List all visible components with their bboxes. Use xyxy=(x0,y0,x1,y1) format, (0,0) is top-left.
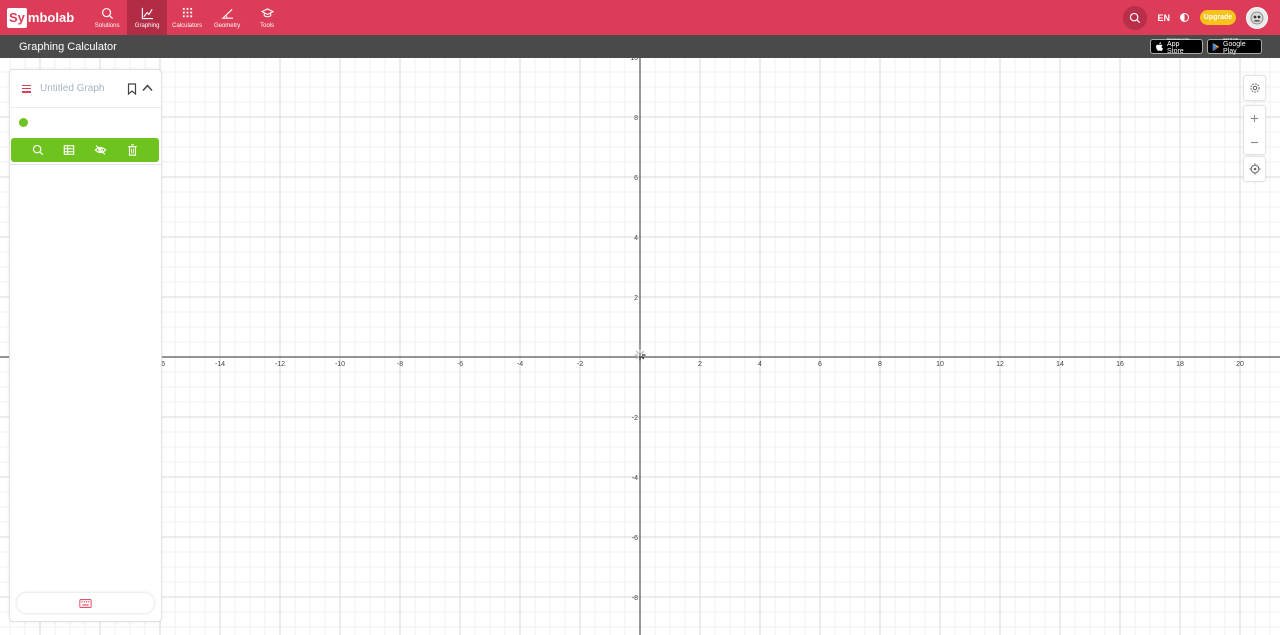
search-icon xyxy=(1130,12,1141,23)
logo-box: Sy xyxy=(7,7,27,28)
x-tick-label: 12 xyxy=(996,361,1004,368)
app-store-text: Download on the App Store xyxy=(1166,38,1198,56)
nav-items: Solutions Graphing Calculators Geometry … xyxy=(87,0,287,35)
x-tick-label: -6 xyxy=(457,361,463,368)
y-tick-label: 8 xyxy=(634,115,638,122)
chevron-up-icon[interactable] xyxy=(142,84,153,92)
x-tick-label: 16 xyxy=(1116,361,1124,368)
table-button[interactable] xyxy=(62,143,76,157)
search-icon xyxy=(32,144,43,156)
y-tick-label: 2 xyxy=(634,295,638,302)
google-play-text: GET IT ON Google Play xyxy=(1223,38,1257,56)
logo-text: mbolab xyxy=(27,10,75,25)
top-search-button[interactable] xyxy=(1123,5,1148,30)
y-tick-label: 6 xyxy=(634,175,638,182)
nav-item-solutions[interactable]: Solutions xyxy=(87,0,127,35)
x-tick-label: -14 xyxy=(215,361,225,368)
app-store-badge[interactable]: Download on the App Store xyxy=(1150,38,1203,56)
contrast-toggle-icon[interactable] xyxy=(1180,13,1189,22)
x-tick-label: -10 xyxy=(335,361,345,368)
nav-label-calculators: Calculators xyxy=(172,22,203,29)
recenter-panel xyxy=(1243,156,1266,182)
search-icon xyxy=(101,7,113,19)
geometry-icon xyxy=(221,8,233,19)
nav-item-tools[interactable]: Tools xyxy=(247,0,287,35)
panel-header: Untitled Graph xyxy=(10,70,161,108)
x-tick-label: 6 xyxy=(818,361,822,368)
y-tick-label: -6 xyxy=(632,535,638,542)
graph-canvas[interactable]: -16-14-12-10-8-6-4-224681012141618201086… xyxy=(0,58,1280,635)
nav-item-calculators[interactable]: Calculators xyxy=(167,0,207,35)
store-badges: Download on the App Store GET IT ON Goog… xyxy=(1146,38,1262,56)
nav-item-geometry[interactable]: Geometry xyxy=(207,0,247,35)
sub-header: Graphing Calculator Download on the App … xyxy=(0,35,1280,58)
google-play-big: Google Play xyxy=(1223,41,1246,55)
expression-toolbar xyxy=(11,138,159,162)
user-face-icon xyxy=(1250,11,1264,24)
plus-icon xyxy=(1250,114,1259,122)
nav-label-tools: Tools xyxy=(260,22,275,29)
apple-icon xyxy=(1156,41,1164,51)
expression-color-dot[interactable] xyxy=(19,117,28,127)
keyboard-button[interactable] xyxy=(17,593,154,613)
divider xyxy=(10,164,161,165)
avatar[interactable] xyxy=(1246,6,1268,29)
bookmark-icon[interactable] xyxy=(127,83,137,95)
graph-title-input[interactable]: Untitled Graph xyxy=(40,83,104,94)
zoom-controls xyxy=(1243,105,1266,155)
settings-panel xyxy=(1243,75,1266,101)
calculator-icon xyxy=(182,7,192,17)
y-tick-label: 4 xyxy=(634,235,638,242)
google-play-badge[interactable]: GET IT ON Google Play xyxy=(1207,38,1262,56)
hamburger-menu-icon[interactable] xyxy=(22,84,31,93)
language-selector[interactable]: EN xyxy=(1157,13,1170,23)
nav-label-graphing: Graphing xyxy=(134,22,160,29)
symbolab-logo[interactable]: Sy mbolab xyxy=(7,7,75,28)
zoom-to-fit-button[interactable] xyxy=(31,143,45,157)
table-icon xyxy=(63,145,75,155)
hide-button[interactable] xyxy=(94,143,108,157)
graph-icon xyxy=(141,7,153,19)
google-play-icon xyxy=(1212,42,1220,51)
x-tick-label: 4 xyxy=(758,361,762,368)
expression-row[interactable] xyxy=(10,108,161,136)
upgrade-button[interactable]: Upgrade xyxy=(1200,10,1236,25)
nav-label-geometry: Geometry xyxy=(213,22,241,29)
y-tick-label: -8 xyxy=(632,595,638,602)
gear-icon xyxy=(1249,83,1260,93)
y-tick-label: -4 xyxy=(632,475,638,482)
x-tick-label: -4 xyxy=(517,361,523,368)
page-title: Graphing Calculator xyxy=(19,40,117,53)
x-tick-label: 2 xyxy=(698,361,702,368)
minus-icon xyxy=(1250,141,1259,143)
x-tick-label: 10 xyxy=(936,361,944,368)
top-nav: Sy mbolab Solutions Graphing Calculators… xyxy=(0,0,1280,35)
x-tick-label: 20 xyxy=(1236,361,1244,368)
y-tick-label: -2 xyxy=(632,415,638,422)
x-tick-label: 14 xyxy=(1056,361,1064,368)
x-tick-label: -2 xyxy=(577,361,583,368)
x-tick-label: -12 xyxy=(275,361,285,368)
x-tick-label: 18 xyxy=(1176,361,1184,368)
x-tick-label: -8 xyxy=(397,361,403,368)
keyboard-icon xyxy=(79,598,92,608)
graduation-cap-icon xyxy=(260,7,274,17)
crosshair-icon xyxy=(1248,163,1261,175)
x-tick-label: 8 xyxy=(878,361,882,368)
trash-icon xyxy=(127,144,137,156)
settings-button[interactable] xyxy=(1244,76,1265,100)
nav-right: EN Upgrade xyxy=(1123,0,1268,35)
nav-label-solutions: Solutions xyxy=(94,22,120,29)
zoom-in-button[interactable] xyxy=(1244,106,1265,130)
delete-button[interactable] xyxy=(125,143,139,157)
nav-item-graphing[interactable]: Graphing xyxy=(127,0,168,35)
y-tick-label: 10 xyxy=(630,58,638,62)
eye-off-icon xyxy=(94,145,107,155)
zoom-out-button[interactable] xyxy=(1244,130,1265,154)
expression-panel: Untitled Graph xyxy=(9,69,162,622)
app-store-big: App Store xyxy=(1166,41,1184,55)
recenter-button[interactable] xyxy=(1244,157,1265,181)
